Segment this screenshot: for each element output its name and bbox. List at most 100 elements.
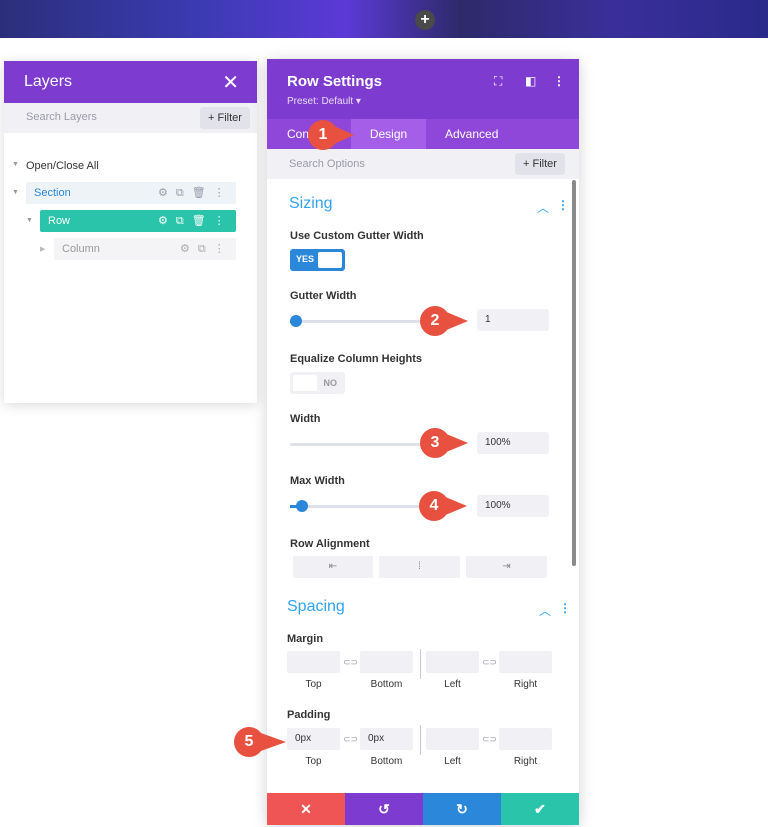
layer-item-column[interactable]: ▶ Column ⚙⧉⋮ [38,238,236,260]
link-icon[interactable]: ⊂⊃ [482,657,497,668]
layer-actions[interactable]: ⚙⧉⋮ [180,242,233,256]
close-icon[interactable]: ✕ [222,70,239,95]
padding-left-input[interactable] [426,728,479,750]
callout-number: 4 [429,497,439,514]
section-title-spacing[interactable]: Spacing [287,598,345,616]
callout-number: 2 [430,312,440,329]
layer-item-label: Column [62,243,100,255]
settings-footer: ✕ ↺ ↻ ✔ [267,793,579,825]
link-icon[interactable]: ⊂⊃ [343,657,358,668]
custom-gutter-toggle[interactable]: YES [290,249,345,271]
toggle-state-label: NO [323,378,338,388]
margin-top-input[interactable] [287,651,340,673]
toggle-knob [293,375,317,391]
layer-item-label: Row [48,215,71,227]
layers-search-input[interactable]: Search Layers [26,111,97,123]
padding-top-input[interactable]: 0px [287,728,340,750]
callout-marker: 2 [420,306,468,336]
layer-item-row[interactable]: ▼ Row ⚙⧉🗑⋮ [24,210,236,232]
callout-marker: 3 [420,428,468,458]
width-slider[interactable] [290,443,430,446]
margin-bottom-input[interactable] [360,651,413,673]
spacing-sublabel: Left [444,756,461,767]
max-width-label: Max Width [290,475,345,487]
align-left-button[interactable]: ⇤ [293,556,373,578]
layer-actions[interactable]: ⚙⧉🗑⋮ [158,186,233,200]
link-icon[interactable]: ⊂⊃ [343,734,358,745]
width-input[interactable]: 100% [477,432,549,454]
margin-right-input[interactable] [499,651,552,673]
slider-handle[interactable] [296,500,308,512]
caret-down-icon: ▼ [26,217,33,224]
cancel-button[interactable]: ✕ [267,793,345,825]
layers-panel: Layers ✕ Search Layers + Filter ▼ Open/C… [4,61,257,403]
spacing-divider [420,725,421,755]
page-banner: + [0,0,768,38]
spacing-sublabel: Top [305,756,322,767]
tab-design[interactable]: Design [351,119,426,149]
dock-panel-icon[interactable]: ◧ [525,74,536,88]
padding-bottom-input[interactable]: 0px [360,728,413,750]
spacing-sublabel: Bottom [370,756,403,767]
custom-gutter-label: Use Custom Gutter Width [290,230,424,242]
layers-header: Layers ✕ [4,61,257,103]
callout-marker: 4 [419,491,467,521]
save-button[interactable]: ✔ [501,793,579,825]
chevron-up-icon[interactable]: ︿ [539,602,551,619]
tab-content[interactable]: Con [287,119,309,149]
equalize-heights-label: Equalize Column Heights [290,353,423,365]
undo-button[interactable]: ↺ [345,793,423,825]
link-icon[interactable]: ⊂⊃ [482,734,497,745]
section-menu-icon[interactable]: ⋮ [557,198,569,212]
padding-label: Padding [287,709,331,721]
caret-down-icon: ▼ [12,189,19,196]
spacing-sublabel: Right [513,679,538,690]
open-close-all[interactable]: ▼ Open/Close All [10,155,240,177]
tab-advanced[interactable]: Advanced [445,119,498,149]
align-right-button[interactable]: ⇥ [466,556,547,578]
width-label: Width [290,413,321,425]
callout-number: 3 [430,434,440,451]
layers-title: Layers [24,73,73,90]
caret-right-icon: ▶ [40,246,46,253]
slider-handle[interactable] [290,315,302,327]
align-center-button[interactable]: ⁞ [379,556,460,578]
max-width-slider[interactable] [290,500,430,512]
callout-number: 1 [318,126,328,143]
more-options-icon[interactable]: ⋮ [553,74,565,88]
options-search-bar: Search Options + Filter [267,149,579,179]
toggle-knob [318,252,342,268]
open-close-all-label: Open/Close All [26,160,99,172]
layer-item-label: Section [34,187,71,199]
spacing-divider [420,649,421,679]
spacing-sublabel: Left [444,679,461,690]
section-title-sizing[interactable]: Sizing [289,195,333,213]
section-menu-icon[interactable]: ⋮ [559,601,571,615]
options-search-input[interactable]: Search Options [289,158,365,170]
add-section-button[interactable]: + [415,10,435,30]
padding-right-input[interactable] [499,728,552,750]
layers-filter-button[interactable]: + Filter [200,107,250,129]
row-alignment-label: Row Alignment [290,538,370,550]
layers-search-bar: Search Layers + Filter [4,103,257,133]
settings-title: Row Settings [287,73,383,90]
gutter-width-slider[interactable] [290,315,430,327]
layer-actions[interactable]: ⚙⧉🗑⋮ [158,214,233,228]
caret-down-icon: ▼ [12,161,19,168]
margin-left-input[interactable] [426,651,479,673]
callout-marker: 5 [234,727,286,757]
chevron-up-icon[interactable]: ︿ [537,199,549,216]
options-filter-button[interactable]: + Filter [515,153,565,175]
max-width-input[interactable]: 100% [477,495,549,517]
settings-scrollbar[interactable] [572,180,576,566]
fullscreen-icon[interactable]: ⛶ [494,74,502,89]
margin-label: Margin [287,633,324,645]
layer-item-section[interactable]: ▼ Section ⚙⧉🗑⋮ [10,182,236,204]
gutter-width-input[interactable]: 1 [477,309,549,331]
redo-button[interactable]: ↻ [423,793,501,825]
gutter-width-label: Gutter Width [290,290,357,302]
equalize-heights-toggle[interactable]: NO [290,372,345,394]
preset-dropdown[interactable]: Preset: Default ▾ [287,96,361,107]
spacing-sublabel: Top [305,679,322,690]
callout-marker: 1 [308,120,354,150]
